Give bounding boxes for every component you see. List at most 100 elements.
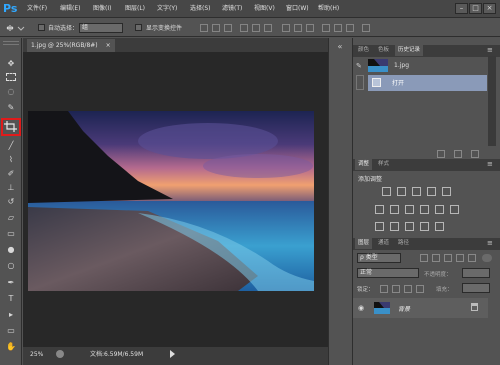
lasso-tool-icon[interactable]: ◌ [4,86,18,97]
levels-icon[interactable] [397,187,406,196]
distribute-right-icon[interactable] [346,24,354,32]
tab-paths[interactable]: 路径 [395,238,412,249]
filter-pixel-icon[interactable] [420,254,428,262]
path-select-tool-icon[interactable]: ▸ [4,309,18,320]
layer-filter-dropdown[interactable]: ρ 类型 [357,253,401,263]
menu-window[interactable]: 窗口(W) [286,4,309,14]
menu-type[interactable]: 文字(Y) [157,4,177,14]
tab-layers[interactable]: 图层 [355,238,373,249]
marquee-tool-icon[interactable] [4,72,18,83]
eyedropper-tool-icon[interactable]: ╱ [4,140,18,151]
auto-select-dropdown[interactable]: 组 [79,23,123,33]
opacity-input[interactable] [462,268,490,278]
beach-sunset-photo[interactable] [28,111,314,291]
healing-brush-tool-icon[interactable]: ⌇ [4,154,18,165]
history-scrollbar[interactable] [488,56,496,146]
align-left-icon[interactable] [240,24,248,32]
hue-saturation-icon[interactable] [375,205,384,214]
history-brush-tool-icon[interactable]: ↺ [4,196,18,207]
filter-type-icon[interactable] [444,254,452,262]
align-right-icon[interactable] [264,24,272,32]
layer-visibility-eye-icon[interactable]: ◉ [358,304,364,312]
document-tab[interactable]: 1.jpg @ 25%(RGB/8#) × [27,39,115,52]
eraser-tool-icon[interactable]: ▱ [4,212,18,223]
tab-styles[interactable]: 样式 [375,159,392,170]
history-state-source-box[interactable] [356,75,364,90]
collapse-panels-icon[interactable]: « [333,42,347,56]
menu-layer[interactable]: 图层(L) [125,4,145,14]
menu-select[interactable]: 选择(S) [190,4,211,14]
color-lookup-icon[interactable] [450,205,459,214]
align-bottom-icon[interactable] [224,24,232,32]
selective-color-icon[interactable] [435,222,444,231]
menu-image[interactable]: 图像(I) [93,4,111,14]
pen-tool-icon[interactable]: ✒ [4,277,18,288]
history-snapshot-row[interactable]: ✎ 1.jpg [356,58,487,74]
fill-input[interactable] [462,283,490,293]
photo-filter-icon[interactable] [420,205,429,214]
menu-help[interactable]: 帮助(H) [318,4,339,14]
menu-view[interactable]: 视图(V) [254,4,275,14]
status-menu-arrow-icon[interactable] [170,350,175,358]
invert-icon[interactable] [375,222,384,231]
tab-history[interactable]: 历史记录 [395,45,424,56]
move-tool-icon[interactable]: ✥ [4,58,18,69]
align-hcenter-icon[interactable] [252,24,260,32]
layer-name[interactable]: 背景 [398,304,410,313]
show-transform-checkbox[interactable] [135,24,142,31]
distribute-vcenter-icon[interactable] [294,24,302,32]
brush-tool-icon[interactable]: ✐ [4,168,18,179]
auto-select-checkbox[interactable] [38,24,45,31]
exposure-icon[interactable] [427,187,436,196]
lock-transparent-icon[interactable] [380,285,388,293]
history-trash-icon[interactable] [471,150,479,158]
history-snapshot-icon[interactable] [454,150,462,158]
filter-shape-icon[interactable] [456,254,464,262]
color-balance-icon[interactable] [390,205,399,214]
menu-edit[interactable]: 编辑(E) [60,4,80,14]
move-tool-preset-icon[interactable] [4,22,26,34]
distribute-top-icon[interactable] [282,24,290,32]
lock-position-icon[interactable] [404,285,412,293]
gradient-tool-icon[interactable]: ▭ [4,228,18,239]
status-info-icon[interactable] [56,350,64,358]
maximize-button[interactable]: □ [469,3,482,14]
shape-tool-icon[interactable]: ▭ [4,325,18,336]
filter-adjustment-icon[interactable] [432,254,440,262]
tab-adjustments[interactable]: 调整 [355,159,373,170]
menu-file[interactable]: 文件(F) [27,4,47,14]
filter-smart-object-icon[interactable] [468,254,476,262]
lock-all-icon[interactable] [416,285,424,293]
brightness-contrast-icon[interactable] [382,187,391,196]
history-state-row[interactable]: 打开 [368,75,487,91]
tab-swatches[interactable]: 色板 [375,45,392,56]
history-brush-source-icon[interactable]: ✎ [356,62,364,70]
layers-panel-menu-icon[interactable]: ≡ [487,239,493,247]
type-tool-icon[interactable]: T [4,293,18,304]
document-tab-close-icon[interactable]: × [106,42,111,49]
clone-stamp-tool-icon[interactable]: ⊥ [4,182,18,193]
zoom-level[interactable]: 25% [30,350,43,359]
distribute-left-icon[interactable] [322,24,330,32]
align-vcenter-icon[interactable] [212,24,220,32]
lock-pixels-icon[interactable] [392,285,400,293]
tab-color[interactable]: 颜色 [355,45,372,56]
distribute-hcenter-icon[interactable] [334,24,342,32]
quick-select-tool-icon[interactable]: ✎ [4,102,18,113]
minimize-button[interactable]: – [455,3,468,14]
filter-toggle[interactable] [482,254,492,262]
distribute-bottom-icon[interactable] [306,24,314,32]
menu-filter[interactable]: 滤镜(T) [222,4,242,14]
history-new-doc-icon[interactable] [437,150,445,158]
tab-channels[interactable]: 通道 [375,238,392,249]
adjustments-panel-menu-icon[interactable]: ≡ [487,160,493,168]
dodge-tool-icon[interactable]: ○ [4,260,18,271]
close-window-button[interactable]: × [483,3,496,14]
blend-mode-dropdown[interactable]: 正常 [357,268,419,278]
align-top-icon[interactable] [200,24,208,32]
vibrance-icon[interactable] [442,187,451,196]
threshold-icon[interactable] [405,222,414,231]
history-panel-menu-icon[interactable]: ≡ [487,46,493,54]
hand-tool-icon[interactable]: ✋ [4,341,18,352]
gradient-map-icon[interactable] [420,222,429,231]
